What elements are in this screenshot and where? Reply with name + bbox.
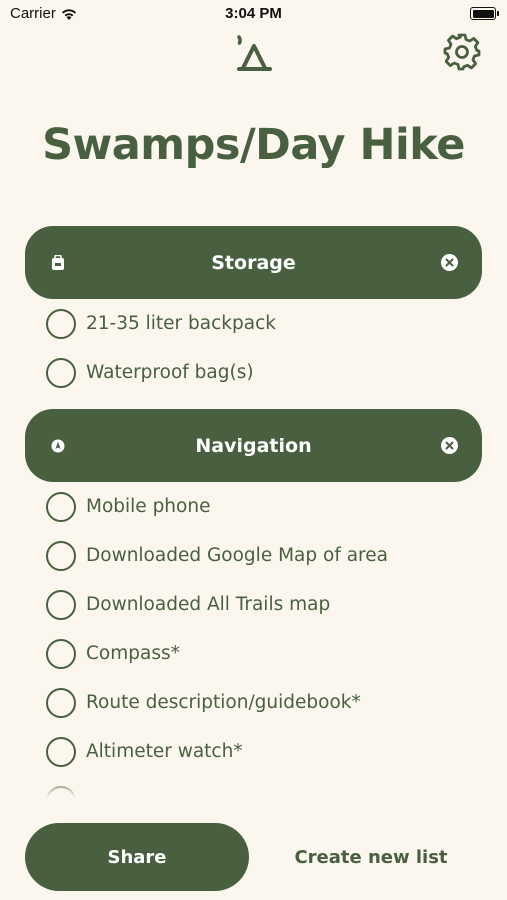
category-header-storage[interactable]: Storage — [25, 226, 482, 299]
tent-icon — [237, 35, 272, 71]
category-label: Storage — [211, 251, 296, 274]
item-label: Downloaded All Trails map — [86, 594, 331, 615]
item-label: Waterproof bag(s) — [86, 362, 254, 383]
backpack-icon — [52, 255, 64, 270]
list-item[interactable]: Mobile phone — [0, 482, 507, 531]
item-label: Compass* — [86, 643, 180, 664]
checkbox[interactable] — [46, 589, 76, 620]
list-item[interactable]: Downloaded Google Map of area — [0, 531, 507, 580]
item-label: 21-35 liter backpack — [86, 313, 276, 334]
item-label: Mobile phone — [86, 496, 211, 517]
checkbox[interactable] — [46, 357, 76, 388]
checklist-scroll-area[interactable]: Storage 21-35 liter backpack Waterproof … — [0, 226, 507, 800]
compass-icon — [51, 439, 65, 453]
list-item[interactable]: Compass* — [0, 629, 507, 678]
page-title: Swamps/Day Hike — [42, 120, 465, 170]
category-label: Navigation — [195, 434, 312, 457]
checkbox[interactable] — [46, 736, 76, 767]
scroll-fade — [0, 774, 507, 800]
checkbox[interactable] — [46, 308, 76, 339]
share-button[interactable]: Share — [25, 823, 249, 891]
checkbox[interactable] — [46, 491, 76, 522]
gear-icon[interactable] — [443, 33, 481, 71]
list-item[interactable]: Waterproof bag(s) — [0, 348, 507, 397]
battery-icon — [470, 7, 499, 20]
list-item[interactable]: Downloaded All Trails map — [0, 580, 507, 629]
category-header-navigation[interactable]: Navigation — [25, 409, 482, 482]
list-item[interactable]: 21-35 liter backpack — [0, 299, 507, 348]
list-item[interactable]: Route description/guidebook* — [0, 678, 507, 727]
checkbox[interactable] — [46, 540, 76, 571]
status-bar: Carrier 3:04 PM — [0, 0, 507, 30]
checkbox[interactable] — [46, 687, 76, 718]
item-label: Downloaded Google Map of area — [86, 545, 388, 566]
item-label: Altimeter watch* — [86, 741, 243, 762]
status-time: 3:04 PM — [225, 5, 282, 22]
item-label: Route description/guidebook* — [86, 692, 361, 713]
checkbox[interactable] — [46, 638, 76, 669]
close-icon[interactable] — [441, 437, 458, 454]
close-icon[interactable] — [441, 254, 458, 271]
create-new-list-button[interactable]: Create new list — [268, 823, 474, 891]
list-item[interactable]: Altimeter watch* — [0, 727, 507, 776]
